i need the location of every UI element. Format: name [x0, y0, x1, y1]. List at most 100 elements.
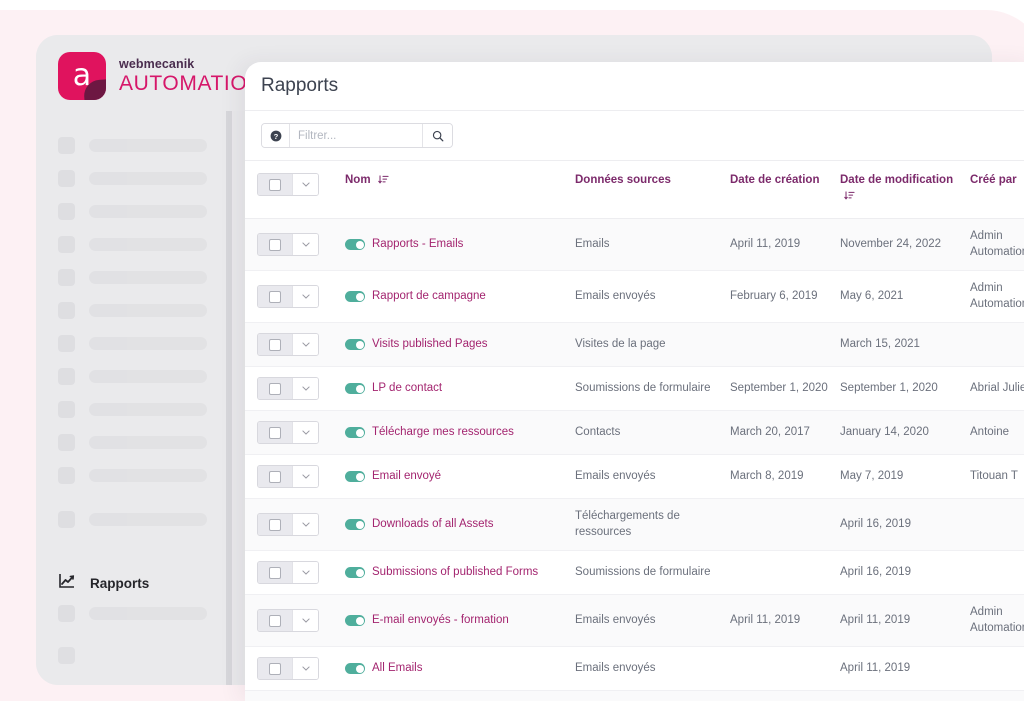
sidebar-skeleton-item — [58, 467, 207, 484]
row-actions-dropdown[interactable] — [292, 286, 318, 308]
search-button[interactable] — [422, 124, 452, 147]
skeleton-label — [89, 469, 207, 482]
publish-toggle[interactable] — [345, 339, 365, 351]
table-row[interactable]: Rapports - Emails Emails April 11, 2019 Nov… — [245, 218, 1024, 272]
report-created-cell: April 11, 2019 — [730, 218, 840, 272]
column-date-modification[interactable]: Date de modification — [840, 161, 970, 220]
select-all-checkbox[interactable] — [258, 174, 292, 195]
row-actions-dropdown[interactable] — [292, 334, 318, 356]
row-checkbox[interactable] — [258, 422, 292, 444]
row-checkbox[interactable] — [258, 562, 292, 584]
report-name-link[interactable]: Télécharge mes ressources — [372, 425, 514, 441]
sort-icon-active[interactable] — [844, 190, 855, 207]
row-select-group[interactable] — [257, 421, 319, 445]
column-donnees-sources[interactable]: Données sources — [575, 161, 730, 220]
report-source-cell: Visites de la page — [575, 322, 730, 368]
report-name-link[interactable]: Rapport de campagne — [372, 289, 486, 305]
table-row[interactable]: Submissions of published Forms Soumission… — [245, 550, 1024, 596]
row-select-group[interactable] — [257, 609, 319, 633]
skeleton-icon — [58, 137, 75, 154]
question-circle-icon[interactable]: ? — [262, 124, 290, 147]
report-modified-cell: April 16, 2019 — [840, 498, 970, 552]
skeleton-icon — [58, 203, 75, 220]
name-cell-content: Email envoyé — [345, 469, 567, 485]
chevron-down-icon — [301, 242, 310, 247]
column-nom[interactable]: Nom — [345, 161, 575, 220]
report-name-link[interactable]: Submissions of published Forms — [372, 565, 538, 581]
report-name-cell: Submissions of published Forms — [345, 550, 575, 596]
row-actions-dropdown[interactable] — [292, 562, 318, 584]
row-actions-dropdown[interactable] — [292, 658, 318, 680]
row-actions-dropdown[interactable] — [292, 466, 318, 488]
row-actions-dropdown[interactable] — [292, 234, 318, 256]
row-checkbox[interactable] — [258, 334, 292, 356]
table-row[interactable]: Visits published Pages Visites de la page… — [245, 322, 1024, 368]
publish-toggle[interactable] — [345, 615, 365, 627]
row-actions-dropdown[interactable] — [292, 422, 318, 444]
sidebar-skeleton-item — [58, 203, 207, 220]
table-row[interactable]: Rapport de campagne Emails envoyés Februar… — [245, 270, 1024, 324]
report-author-cell — [970, 550, 1024, 596]
publish-toggle[interactable] — [345, 519, 365, 531]
publish-toggle[interactable] — [345, 383, 365, 395]
publish-toggle[interactable] — [345, 567, 365, 579]
report-name-link[interactable]: E-mail envoyés - formation — [372, 613, 509, 629]
select-all-dropdown[interactable] — [292, 174, 318, 195]
row-actions-dropdown[interactable] — [292, 378, 318, 400]
row-select-group[interactable] — [257, 465, 319, 489]
publish-toggle[interactable] — [345, 291, 365, 303]
row-select-group[interactable] — [257, 377, 319, 401]
table-row[interactable]: E-mailsEmailsDecember 21, 2018April 11, … — [245, 690, 1024, 701]
table-body: Rapports - Emails Emails April 11, 2019 Nov… — [245, 218, 1024, 701]
brand-logo[interactable]: a webmecanik AUTOMATION — [58, 52, 263, 100]
table-row[interactable]: E-mail envoyés - formation Emails envoyés… — [245, 594, 1024, 648]
report-created-cell: April 11, 2019 — [730, 594, 840, 648]
column-cree-par[interactable]: Créé par — [970, 161, 1024, 220]
report-name-link[interactable]: Rapports - Emails — [372, 237, 463, 253]
skeleton-label — [89, 436, 207, 449]
row-select-group[interactable] — [257, 657, 319, 681]
report-name-link[interactable]: LP de contact — [372, 381, 442, 397]
skeleton-label — [89, 403, 207, 416]
row-select-group[interactable] — [257, 561, 319, 585]
row-select-group[interactable] — [257, 513, 319, 537]
row-checkbox[interactable] — [258, 378, 292, 400]
row-checkbox[interactable] — [258, 658, 292, 680]
report-modified-cell: May 6, 2021 — [840, 270, 970, 324]
report-author-cell: Antoine — [970, 410, 1024, 456]
report-name-link[interactable]: Visits published Pages — [372, 337, 488, 353]
row-actions-dropdown[interactable] — [292, 610, 318, 632]
row-select-group[interactable] — [257, 333, 319, 357]
select-all-group[interactable] — [257, 173, 319, 196]
row-select-group[interactable] — [257, 233, 319, 257]
report-name-link[interactable]: Downloads of all Assets — [372, 517, 493, 533]
table-row[interactable]: All Emails Emails envoyés April 11, 2019 — [245, 646, 1024, 692]
sidebar-skeleton-item — [58, 335, 207, 352]
search-input[interactable] — [290, 124, 422, 147]
row-select-cell — [245, 690, 345, 701]
table-row[interactable]: Email envoyé Emails envoyés March 8, 2019 M… — [245, 454, 1024, 500]
sidebar-skeleton-item — [58, 236, 207, 253]
row-select-group[interactable] — [257, 285, 319, 309]
sidebar-item-rapports[interactable]: Rapports — [58, 572, 149, 595]
table-row[interactable]: LP de contact Soumissions de formulaire Se… — [245, 366, 1024, 412]
sort-icon[interactable] — [377, 174, 389, 191]
row-checkbox[interactable] — [258, 286, 292, 308]
publish-toggle[interactable] — [345, 239, 365, 251]
skeleton-label — [89, 172, 207, 185]
report-name-link[interactable]: Email envoyé — [372, 469, 441, 485]
column-date-creation[interactable]: Date de création — [730, 161, 840, 220]
report-name-link[interactable]: All Emails — [372, 661, 422, 677]
row-checkbox[interactable] — [258, 466, 292, 488]
publish-toggle[interactable] — [345, 471, 365, 483]
publish-toggle[interactable] — [345, 663, 365, 675]
row-checkbox[interactable] — [258, 610, 292, 632]
row-checkbox[interactable] — [258, 234, 292, 256]
skeleton-icon — [58, 434, 75, 451]
row-actions-dropdown[interactable] — [292, 514, 318, 536]
publish-toggle[interactable] — [345, 427, 365, 439]
row-checkbox[interactable] — [258, 514, 292, 536]
table-row[interactable]: Downloads of all Assets Téléchargements d… — [245, 498, 1024, 552]
skeleton-icon — [58, 302, 75, 319]
table-row[interactable]: Télécharge mes ressources Contacts March 2… — [245, 410, 1024, 456]
